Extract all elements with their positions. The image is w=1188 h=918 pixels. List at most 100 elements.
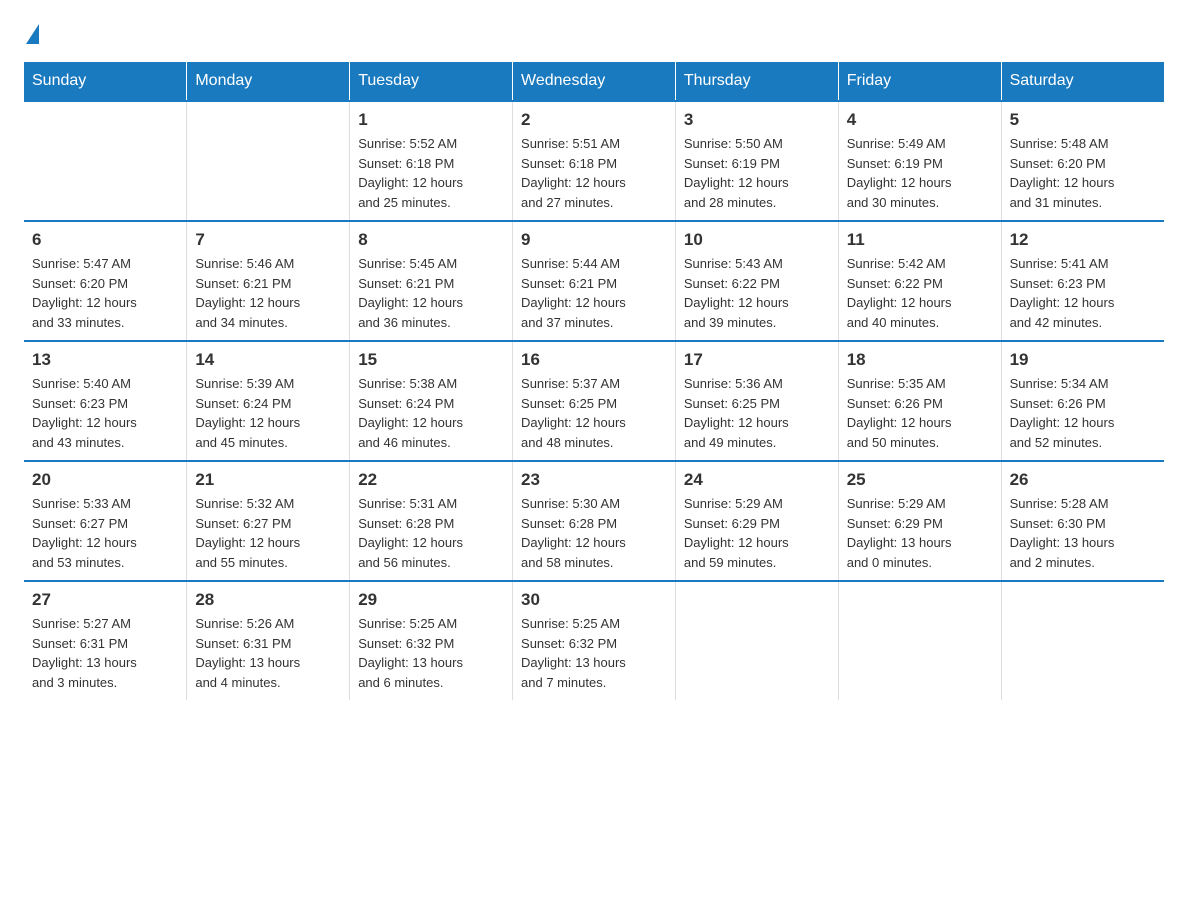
calendar-cell: 20 Sunrise: 5:33 AM Sunset: 6:27 PM Dayli… [24, 461, 187, 581]
calendar-cell [838, 581, 1001, 700]
day-info: Sunrise: 5:36 AM Sunset: 6:25 PM Dayligh… [684, 374, 830, 452]
calendar-cell: 19 Sunrise: 5:34 AM Sunset: 6:26 PM Dayli… [1001, 341, 1164, 461]
calendar-cell: 8 Sunrise: 5:45 AM Sunset: 6:21 PM Daylig… [350, 221, 513, 341]
calendar-cell: 27 Sunrise: 5:27 AM Sunset: 6:31 PM Dayli… [24, 581, 187, 700]
day-info: Sunrise: 5:29 AM Sunset: 6:29 PM Dayligh… [847, 494, 993, 572]
calendar-cell: 24 Sunrise: 5:29 AM Sunset: 6:29 PM Dayli… [675, 461, 838, 581]
day-number: 3 [684, 110, 830, 130]
day-info: Sunrise: 5:40 AM Sunset: 6:23 PM Dayligh… [32, 374, 178, 452]
day-info: Sunrise: 5:46 AM Sunset: 6:21 PM Dayligh… [195, 254, 341, 332]
day-info: Sunrise: 5:30 AM Sunset: 6:28 PM Dayligh… [521, 494, 667, 572]
day-number: 15 [358, 350, 504, 370]
day-info: Sunrise: 5:28 AM Sunset: 6:30 PM Dayligh… [1010, 494, 1156, 572]
calendar-cell: 23 Sunrise: 5:30 AM Sunset: 6:28 PM Dayli… [513, 461, 676, 581]
day-number: 11 [847, 230, 993, 250]
day-number: 14 [195, 350, 341, 370]
calendar-cell: 12 Sunrise: 5:41 AM Sunset: 6:23 PM Dayli… [1001, 221, 1164, 341]
day-info: Sunrise: 5:49 AM Sunset: 6:19 PM Dayligh… [847, 134, 993, 212]
day-info: Sunrise: 5:33 AM Sunset: 6:27 PM Dayligh… [32, 494, 178, 572]
day-number: 7 [195, 230, 341, 250]
calendar-cell: 22 Sunrise: 5:31 AM Sunset: 6:28 PM Dayli… [350, 461, 513, 581]
calendar-cell: 13 Sunrise: 5:40 AM Sunset: 6:23 PM Dayli… [24, 341, 187, 461]
calendar-week-row: 20 Sunrise: 5:33 AM Sunset: 6:27 PM Dayli… [24, 461, 1164, 581]
day-info: Sunrise: 5:48 AM Sunset: 6:20 PM Dayligh… [1010, 134, 1156, 212]
day-number: 13 [32, 350, 178, 370]
calendar-cell: 16Sunrise: 5:37 AM Sunset: 6:25 PM Dayli… [513, 341, 676, 461]
day-info: Sunrise: 5:39 AM Sunset: 6:24 PM Dayligh… [195, 374, 341, 452]
day-number: 8 [358, 230, 504, 250]
day-info: Sunrise: 5:26 AM Sunset: 6:31 PM Dayligh… [195, 614, 341, 692]
day-of-week-header: Monday [187, 62, 350, 101]
day-of-week-header: Wednesday [513, 62, 676, 101]
day-info: Sunrise: 5:42 AM Sunset: 6:22 PM Dayligh… [847, 254, 993, 332]
day-number: 6 [32, 230, 178, 250]
day-info: Sunrise: 5:38 AM Sunset: 6:24 PM Dayligh… [358, 374, 504, 452]
day-of-week-header: Friday [838, 62, 1001, 101]
day-info: Sunrise: 5:45 AM Sunset: 6:21 PM Dayligh… [358, 254, 504, 332]
day-info: Sunrise: 5:31 AM Sunset: 6:28 PM Dayligh… [358, 494, 504, 572]
calendar-cell: 21Sunrise: 5:32 AM Sunset: 6:27 PM Dayli… [187, 461, 350, 581]
day-number: 22 [358, 470, 504, 490]
calendar-cell: 7 Sunrise: 5:46 AM Sunset: 6:21 PM Daylig… [187, 221, 350, 341]
day-number: 27 [32, 590, 178, 610]
day-number: 29 [358, 590, 504, 610]
day-number: 24 [684, 470, 830, 490]
day-number: 4 [847, 110, 993, 130]
day-of-week-header: Thursday [675, 62, 838, 101]
day-number: 23 [521, 470, 667, 490]
day-number: 2 [521, 110, 667, 130]
day-number: 10 [684, 230, 830, 250]
day-info: Sunrise: 5:47 AM Sunset: 6:20 PM Dayligh… [32, 254, 178, 332]
calendar-cell: 14 Sunrise: 5:39 AM Sunset: 6:24 PM Dayli… [187, 341, 350, 461]
calendar-cell: 3Sunrise: 5:50 AM Sunset: 6:19 PM Daylig… [675, 101, 838, 221]
calendar-cell: 10Sunrise: 5:43 AM Sunset: 6:22 PM Dayli… [675, 221, 838, 341]
day-number: 18 [847, 350, 993, 370]
day-info: Sunrise: 5:41 AM Sunset: 6:23 PM Dayligh… [1010, 254, 1156, 332]
calendar-cell: 30 Sunrise: 5:25 AM Sunset: 6:32 PM Dayli… [513, 581, 676, 700]
day-number: 28 [195, 590, 341, 610]
day-info: Sunrise: 5:52 AM Sunset: 6:18 PM Dayligh… [358, 134, 504, 212]
page-header [24, 24, 1164, 42]
day-of-week-header: Saturday [1001, 62, 1164, 101]
day-number: 17 [684, 350, 830, 370]
calendar-week-row: 13 Sunrise: 5:40 AM Sunset: 6:23 PM Dayli… [24, 341, 1164, 461]
day-info: Sunrise: 5:44 AM Sunset: 6:21 PM Dayligh… [521, 254, 667, 332]
calendar-cell: 6 Sunrise: 5:47 AM Sunset: 6:20 PM Daylig… [24, 221, 187, 341]
day-number: 9 [521, 230, 667, 250]
calendar-cell: 26 Sunrise: 5:28 AM Sunset: 6:30 PM Dayli… [1001, 461, 1164, 581]
calendar-cell [187, 101, 350, 221]
day-number: 30 [521, 590, 667, 610]
calendar-cell: 4 Sunrise: 5:49 AM Sunset: 6:19 PM Daylig… [838, 101, 1001, 221]
calendar-table: SundayMondayTuesdayWednesdayThursdayFrid… [24, 62, 1164, 700]
calendar-week-row: 6 Sunrise: 5:47 AM Sunset: 6:20 PM Daylig… [24, 221, 1164, 341]
day-of-week-header: Tuesday [350, 62, 513, 101]
calendar-cell: 25 Sunrise: 5:29 AM Sunset: 6:29 PM Dayli… [838, 461, 1001, 581]
calendar-week-row: 27 Sunrise: 5:27 AM Sunset: 6:31 PM Dayli… [24, 581, 1164, 700]
calendar-cell: 2 Sunrise: 5:51 AM Sunset: 6:18 PM Daylig… [513, 101, 676, 221]
day-number: 1 [358, 110, 504, 130]
day-info: Sunrise: 5:35 AM Sunset: 6:26 PM Dayligh… [847, 374, 993, 452]
day-number: 12 [1010, 230, 1156, 250]
day-number: 5 [1010, 110, 1156, 130]
calendar-cell: 9 Sunrise: 5:44 AM Sunset: 6:21 PM Daylig… [513, 221, 676, 341]
calendar-cell [1001, 581, 1164, 700]
calendar-cell [24, 101, 187, 221]
day-info: Sunrise: 5:25 AM Sunset: 6:32 PM Dayligh… [521, 614, 667, 692]
day-number: 19 [1010, 350, 1156, 370]
calendar-cell: 11 Sunrise: 5:42 AM Sunset: 6:22 PM Dayli… [838, 221, 1001, 341]
calendar-cell [675, 581, 838, 700]
day-info: Sunrise: 5:25 AM Sunset: 6:32 PM Dayligh… [358, 614, 504, 692]
day-number: 26 [1010, 470, 1156, 490]
calendar-cell: 29 Sunrise: 5:25 AM Sunset: 6:32 PM Dayli… [350, 581, 513, 700]
day-of-week-header: Sunday [24, 62, 187, 101]
day-number: 20 [32, 470, 178, 490]
day-info: Sunrise: 5:29 AM Sunset: 6:29 PM Dayligh… [684, 494, 830, 572]
day-number: 16 [521, 350, 667, 370]
day-number: 25 [847, 470, 993, 490]
calendar-header-row: SundayMondayTuesdayWednesdayThursdayFrid… [24, 62, 1164, 101]
day-info: Sunrise: 5:51 AM Sunset: 6:18 PM Dayligh… [521, 134, 667, 212]
logo [24, 24, 39, 42]
day-info: Sunrise: 5:34 AM Sunset: 6:26 PM Dayligh… [1010, 374, 1156, 452]
calendar-cell: 28 Sunrise: 5:26 AM Sunset: 6:31 PM Dayli… [187, 581, 350, 700]
day-info: Sunrise: 5:27 AM Sunset: 6:31 PM Dayligh… [32, 614, 178, 692]
